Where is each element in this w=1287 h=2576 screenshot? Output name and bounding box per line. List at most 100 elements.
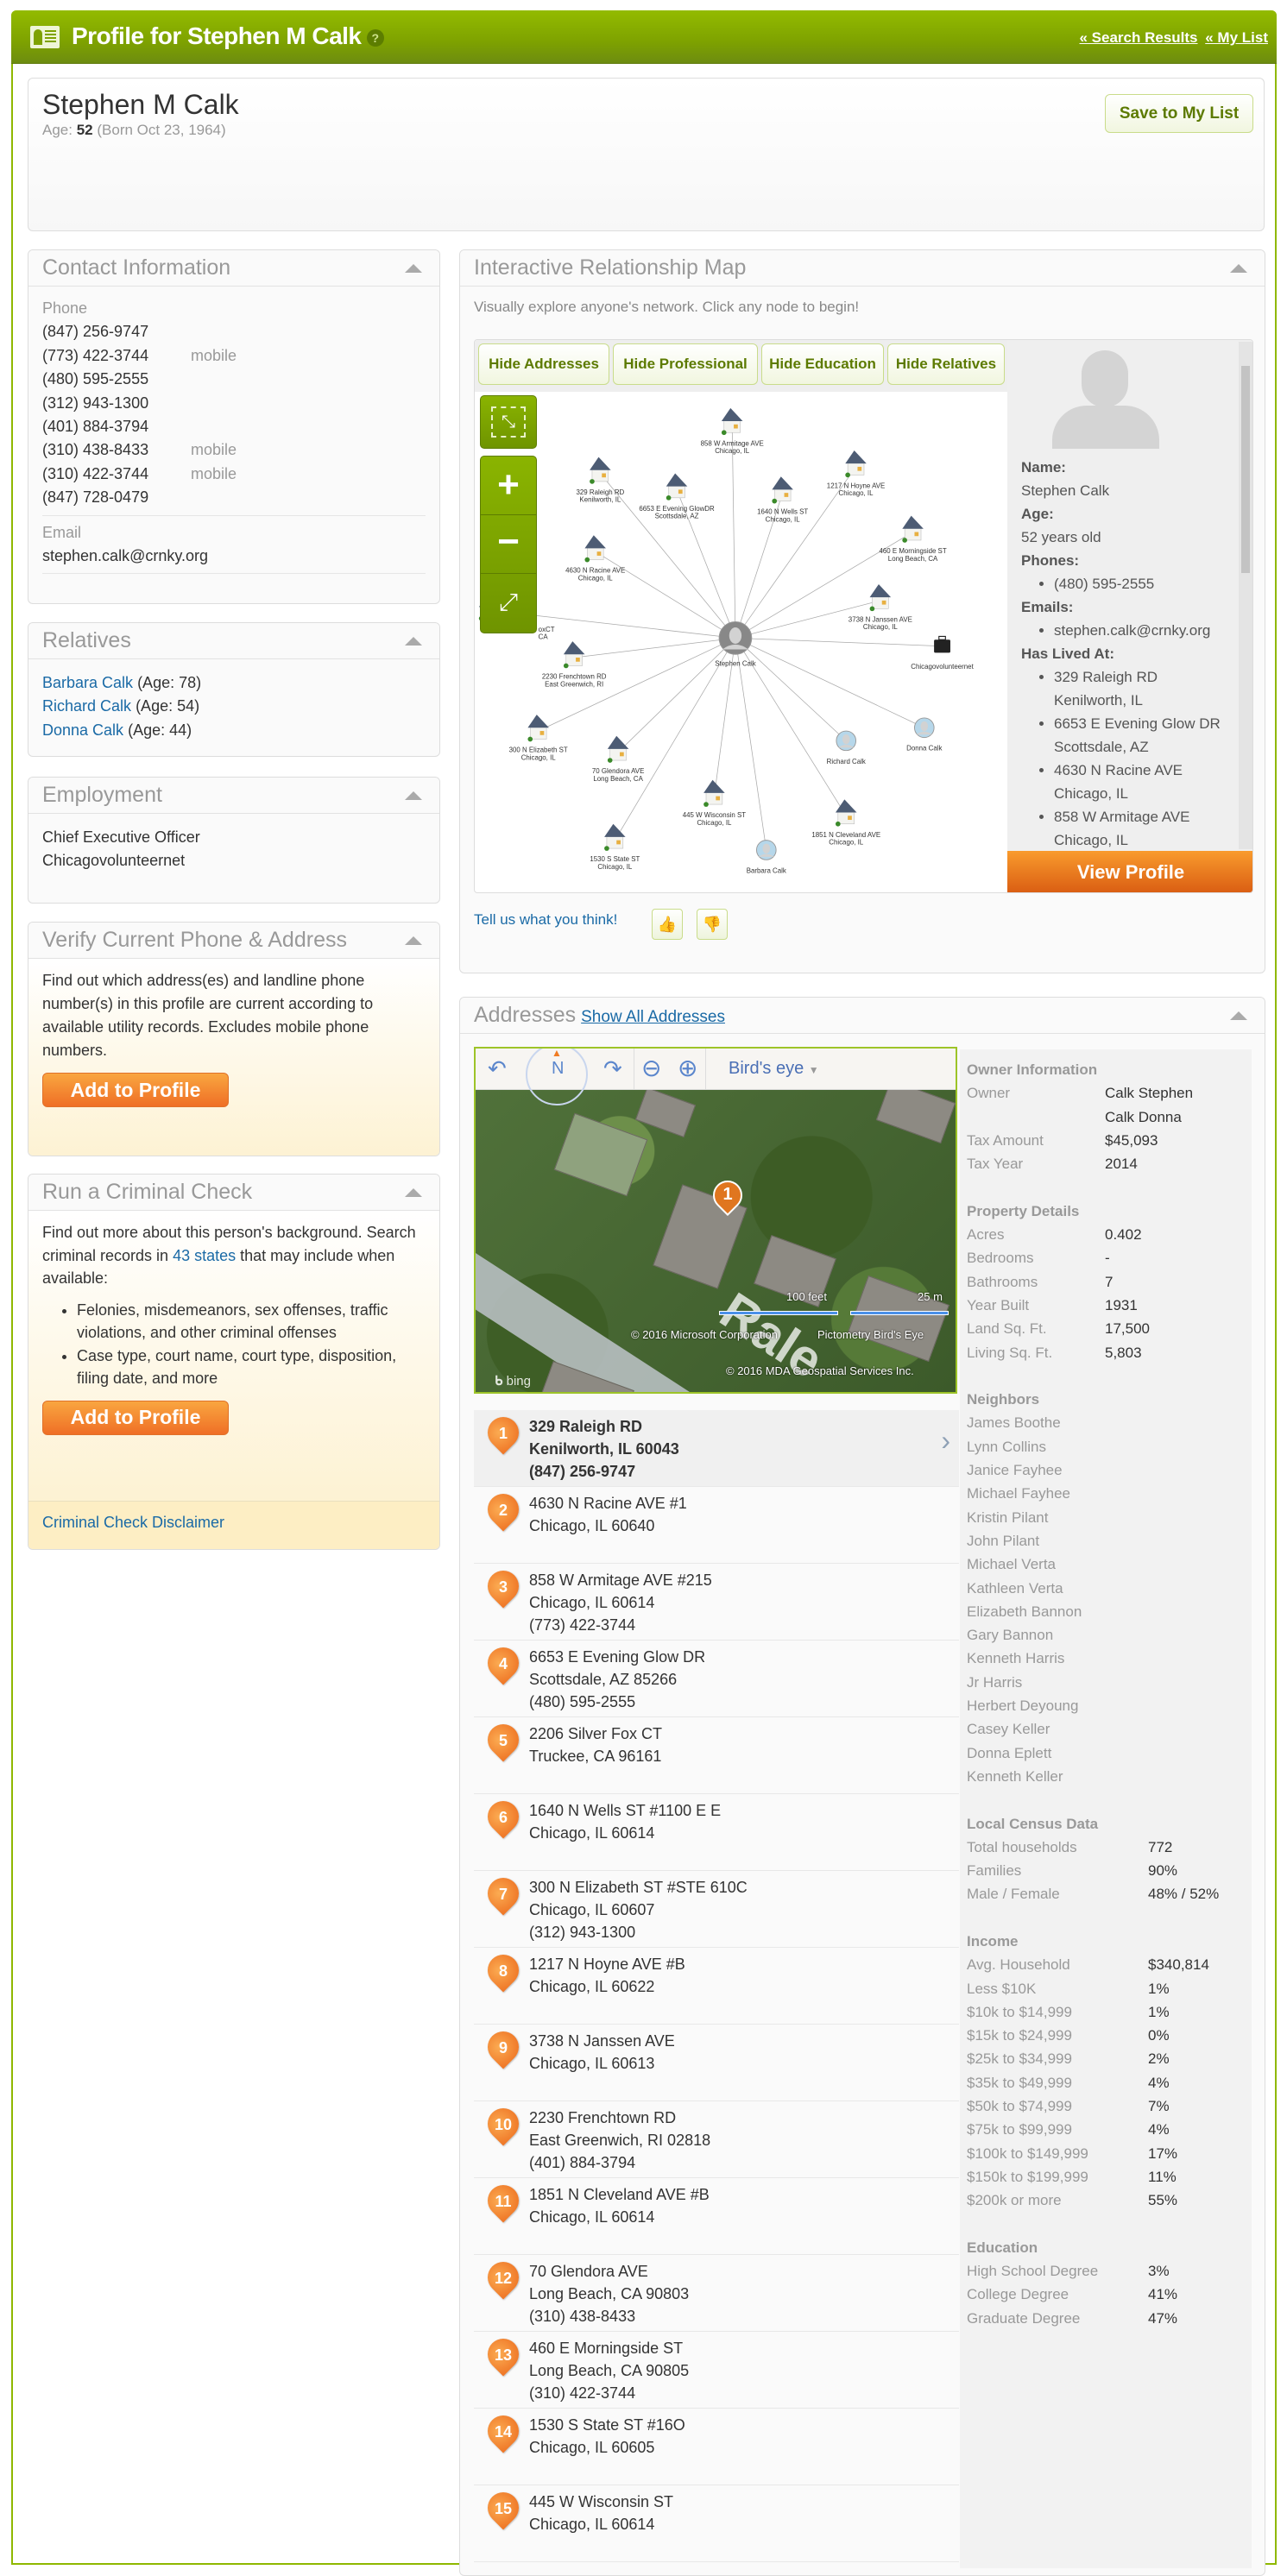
my-list-link[interactable]: « My List (1205, 29, 1268, 46)
collapse-icon[interactable] (1230, 1011, 1247, 1020)
address-row[interactable]: 1 329 Raleigh RD Kenilworth, IL 60043 (847)… (474, 1410, 959, 1487)
relative-item: Barbara Calk (Age: 78) (42, 671, 426, 695)
verify-add-to-profile-button[interactable]: Add to Profile (42, 1073, 229, 1107)
address-row[interactable]: 12 70 Glendora AVE Long Beach, CA 90803 (31… (474, 2255, 959, 2332)
name-value: Stephen Calk (1021, 482, 1110, 499)
hide-professional-button[interactable]: Hide Professional (613, 343, 758, 385)
graph-node[interactable]: 1530 S State STChicago, IL (590, 823, 640, 871)
scrollbar[interactable] (1239, 342, 1252, 849)
node-label: Chicago, IL (766, 515, 801, 523)
chevron-right-icon[interactable]: › (941, 1427, 950, 1454)
graph-node[interactable]: Chicagovolunteernet (911, 635, 975, 671)
scrollbar-thumb[interactable] (1241, 366, 1250, 573)
address-row[interactable]: 7 300 N Elizabeth ST #STE 610C Chicago, IL… (474, 1871, 959, 1948)
hide-addresses-button[interactable]: Hide Addresses (478, 343, 609, 385)
relative-link[interactable]: Barbara Calk (42, 674, 133, 691)
phone-number: (773) 422-3744 (42, 346, 149, 364)
info-value: 3% (1148, 2263, 1170, 2280)
graph-node[interactable]: 445 W Wisconsin STChicago, IL (683, 779, 746, 827)
info-label: Owner (967, 1085, 1011, 1102)
graph-node[interactable]: 1217 N Hoyne AVEChicago, IL (827, 450, 885, 497)
panel-header[interactable]: Run a Criminal Check (28, 1175, 439, 1211)
address-row[interactable]: 3 858 W Armitage AVE #215 Chicago, IL 6061… (474, 1564, 959, 1641)
zoom-in-button[interactable]: + (481, 457, 536, 515)
address-row[interactable]: 10 2230 Frenchtown RD East Greenwich, RI 0… (474, 2101, 959, 2178)
help-icon[interactable]: ? (366, 28, 384, 47)
phone-row: (310) 422-3744 mobile (42, 463, 426, 486)
rotate-right-icon[interactable]: ↷ (603, 1055, 622, 1082)
graph-node[interactable]: 6653 E Evening GlowDRScottsdale, AZ (639, 473, 715, 520)
hide-education-button[interactable]: Hide Education (761, 343, 884, 385)
info-row: Kenneth Harris (967, 1647, 1245, 1670)
feedback-link[interactable]: Tell us what you think! (474, 911, 617, 929)
collapse-icon[interactable] (405, 791, 422, 800)
panel-header[interactable]: Interactive Relationship Map (460, 250, 1265, 287)
zoom-out-icon[interactable]: ⊖ (641, 1054, 661, 1082)
panel-header[interactable]: Verify Current Phone & Address (28, 923, 439, 959)
graph-node[interactable]: 1640 N Wells STChicago, IL (757, 476, 808, 523)
map-view-dropdown[interactable]: Bird's eye ▼ (729, 1059, 819, 1079)
address-row[interactable]: 13 460 E Morningside ST Long Beach, CA 908… (474, 2332, 959, 2409)
zoom-out-button[interactable]: − (481, 515, 536, 574)
show-all-addresses-link[interactable]: Show All Addresses (581, 1008, 725, 1026)
save-to-my-list-button[interactable]: Save to My List (1105, 94, 1253, 133)
info-value: 4% (1148, 2121, 1170, 2138)
address-row[interactable]: 8 1217 N Hoyne AVE #B Chicago, IL 60622 (474, 1948, 959, 2025)
house-icon (666, 473, 688, 501)
person-age: Age: 52 (Born Oct 23, 1964) (42, 122, 226, 138)
hide-relatives-button[interactable]: Hide Relatives (887, 343, 1005, 385)
panel-header[interactable]: Employment (28, 778, 439, 814)
states-link[interactable]: 43 states (173, 1247, 236, 1264)
view-profile-button[interactable]: View Profile (1007, 851, 1252, 892)
collapse-icon[interactable] (405, 264, 422, 273)
graph-node[interactable]: 329 Raleigh RDKenilworth, IL (576, 457, 625, 504)
address-row[interactable]: 5 2206 Silver Fox CT Truckee, CA 96161 (474, 1717, 959, 1794)
thumbs-up-icon[interactable]: 👍 (652, 909, 683, 940)
graph-node[interactable]: 300 N Elizabeth STChicago, IL (509, 715, 568, 761)
center-node[interactable]: Stephen Calk (715, 620, 756, 667)
relationship-graph[interactable]: 858 W Armitage AVEChicago, IL 329 Raleigh… (476, 392, 1007, 893)
address-row[interactable]: 4 6653 E Evening Glow DR Scottsdale, AZ 85… (474, 1641, 959, 1717)
fit-screen-button[interactable]: ⤢ (481, 574, 536, 633)
rotate-left-icon[interactable]: ↶ (488, 1055, 507, 1082)
node-label: oxCT (539, 626, 555, 633)
relationship-map[interactable]: Hide Addresses Hide Professional Hide Ed… (474, 339, 1253, 893)
zoom-in-icon[interactable]: ⊕ (678, 1054, 697, 1082)
graph-node[interactable]: 858 W Armitage AVEChicago, IL (701, 407, 764, 455)
address-row[interactable]: 14 1530 S State ST #16O Chicago, IL 60605 (474, 2409, 959, 2485)
graph-node[interactable]: Barbara Calk (747, 840, 786, 875)
collapse-icon[interactable] (405, 936, 422, 945)
graph-node[interactable]: 1851 N Cleveland AVEChicago, IL (811, 799, 880, 847)
panel-header[interactable]: Contact Information (28, 250, 439, 287)
address-row[interactable]: 6 1640 N Wells ST #1100 E E Chicago, IL 60… (474, 1794, 959, 1871)
relative-link[interactable]: Donna Calk (42, 721, 123, 739)
graph-node[interactable]: Richard Calk (827, 730, 866, 765)
relative-link[interactable]: Richard Calk (42, 697, 131, 715)
address-row[interactable]: 11 1851 N Cleveland AVE #B Chicago, IL 606… (474, 2178, 959, 2255)
graph-node[interactable]: 2230 Frenchtown RDEast Greenwich, RI (542, 641, 607, 688)
collapse-icon[interactable] (405, 1188, 422, 1197)
thumbs-down-icon[interactable]: 👎 (697, 909, 728, 940)
address-list: 1 329 Raleigh RD Kenilworth, IL 60043 (847)… (474, 1410, 959, 2562)
node-label: 460 E Morningside ST (879, 547, 946, 555)
graph-node[interactable]: 3738 N Janssen AVEChicago, IL (849, 583, 912, 631)
graph-node[interactable]: Donna Calk (906, 717, 942, 753)
collapse-icon[interactable] (405, 637, 422, 646)
address-map[interactable]: ↶ N ▲ ↷ ⊖ ⊕ Bird's eye ▼ Rale 1 100 feet… (474, 1047, 957, 1394)
collapse-view-button[interactable]: ⤡ (480, 395, 537, 449)
house-icon (703, 779, 725, 807)
criminal-add-to-profile-button[interactable]: Add to Profile (42, 1400, 229, 1435)
address-row[interactable]: 2 4630 N Racine AVE #1 Chicago, IL 60640 (474, 1487, 959, 1564)
address-row[interactable]: 9 3738 N Janssen AVE Chicago, IL 60613 (474, 2025, 959, 2101)
collapse-icon[interactable] (1230, 264, 1247, 273)
address-row[interactable]: 15 445 W Wisconsin ST Chicago, IL 60614 (474, 2485, 959, 2562)
criminal-disclaimer-link[interactable]: Criminal Check Disclaimer (42, 1514, 224, 1531)
search-results-link[interactable]: « Search Results (1080, 29, 1198, 46)
graph-node[interactable]: 460 E Morningside STLong Beach, CA (879, 515, 947, 563)
graph-node[interactable]: 70 Glendora AVELong Beach, CA (592, 735, 644, 783)
info-label: $10k to $14,999 (967, 2003, 1072, 2020)
phone-label: Phone (42, 299, 88, 317)
email-value: stephen.calk@crnky.org (42, 547, 209, 565)
graph-node[interactable]: 4630 N Racine AVEChicago, IL (565, 535, 625, 582)
panel-header[interactable]: Relatives (28, 623, 439, 659)
